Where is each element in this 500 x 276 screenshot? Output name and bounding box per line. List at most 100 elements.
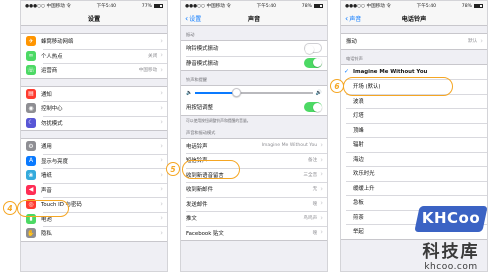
chevron-right-icon: ›: [320, 228, 323, 237]
vibrate-row-label: 响铃模式振动: [186, 46, 219, 53]
sound-pattern-value: 三全音: [303, 172, 318, 178]
step-4-badge: 4: [3, 201, 17, 215]
chevron-right-icon: ›: [160, 103, 163, 112]
chevron-left-icon: ‹: [345, 13, 349, 23]
adjust-with-buttons-toggle[interactable]: [304, 102, 322, 113]
settings-row[interactable]: ⚙ 通用 ›: [21, 139, 167, 154]
vibration-group: 振动 默认 ›: [341, 33, 487, 50]
sound-pattern-row[interactable]: 推文 鸟鸣声 ›: [181, 211, 327, 226]
vibration-label: 振动: [346, 39, 357, 46]
volume-knob[interactable]: [231, 88, 241, 98]
ringtone-label: 顶峰: [353, 127, 364, 134]
ringtone-label: 辐射: [353, 142, 364, 149]
settings-row[interactable]: A 显示与亮度 ›: [21, 153, 167, 169]
sound-pattern-row[interactable]: 电话铃声 Imagine Me Without You ›: [181, 139, 327, 154]
sound-pattern-value: 备注: [307, 158, 318, 164]
ringtone-row[interactable]: 灯塔: [341, 108, 487, 123]
control-center-icon: ◉: [26, 103, 36, 114]
sound-pattern-row[interactable]: Facebook 贴文 嗖 ›: [181, 225, 327, 241]
vibrate-row: 响铃模式振动: [181, 41, 327, 56]
airplane-icon: ✈: [26, 36, 36, 47]
chevron-right-icon: ›: [160, 65, 163, 74]
battery-percent: 78%: [461, 3, 472, 9]
sounds-screen: ●●●○○ 中国移动 令 下午5:40 78% ‹ 设置 声音 振动 响铃模式振动…: [180, 0, 328, 272]
ringer-group: 🔈 🔊 用按钮调整: [181, 85, 327, 116]
status-bar: ●●●○○ 中国移动 令 下午5:40 78%: [181, 1, 327, 11]
chevron-right-icon: ›: [160, 228, 163, 237]
chevron-right-icon: ›: [160, 36, 163, 45]
carrier-signal: ●●●○○ 中国移动 令: [25, 4, 71, 9]
ringtone-row[interactable]: 欢乐时光: [341, 166, 487, 181]
section-header-ringtones: 电话铃声: [346, 55, 363, 61]
chevron-right-icon: ›: [160, 51, 163, 60]
sound-pattern-value: 嗖: [312, 201, 318, 207]
volume-low-icon: 🔈: [186, 90, 193, 96]
vibration-value: 默认: [467, 39, 478, 45]
vibrate-group: 响铃模式振动 静音模式振动: [181, 40, 327, 71]
display-icon: A: [26, 155, 36, 166]
settings-row[interactable]: ✋ 隐私 ›: [21, 226, 167, 241]
adjust-with-buttons-label: 用按钮调整: [186, 105, 213, 112]
volume-slider[interactable]: 🔈 🔊: [181, 86, 327, 100]
ringtone-row[interactable]: 缓缓上升: [341, 180, 487, 196]
volume-track[interactable]: [195, 88, 313, 98]
settings-row[interactable]: ◀ 声音 ›: [21, 182, 167, 198]
sound-pattern-label: 电话铃声: [186, 143, 208, 150]
settings-row-label: 控制中心: [41, 106, 63, 113]
chevron-right-icon: ›: [160, 118, 163, 127]
status-time: 下午5:40: [416, 4, 437, 9]
chevron-right-icon: ›: [320, 184, 323, 193]
settings-row[interactable]: ❀ 墙纸 ›: [21, 168, 167, 183]
back-button[interactable]: ‹ 设置: [185, 11, 201, 26]
page-title: 声音: [247, 15, 261, 23]
settings-row-label: 蜂窝移动网络: [41, 39, 74, 46]
ringtone-label: 欢乐时光: [353, 171, 375, 178]
settings-row-label: 勿扰模式: [41, 120, 63, 127]
status-bar: ●●●○○ 中国移动 令 下午5:40 77%: [21, 1, 167, 11]
settings-row-label: 个人热点: [41, 53, 63, 60]
settings-row[interactable]: ◉ 控制中心 ›: [21, 101, 167, 116]
settings-row[interactable]: ☾ 勿扰模式 ›: [21, 115, 167, 131]
chevron-right-icon: ›: [320, 213, 323, 222]
vibrate-row-label: 静音模式振动: [186, 60, 219, 67]
settings-row[interactable]: ▤ 通知 ›: [21, 87, 167, 102]
chevron-right-icon: ›: [160, 199, 163, 208]
ringtone-row[interactable]: 辐射: [341, 137, 487, 152]
settings-row[interactable]: ✈ 蜂窝移动网络 ›: [21, 34, 167, 49]
chevron-right-icon: ›: [320, 170, 323, 179]
moon-icon: ☾: [26, 117, 36, 128]
status-time: 下午5:40: [96, 4, 117, 9]
settings-group-device: ⚙ 通用 › A 显示与亮度 › ❀ 墙纸 › ◀ 声音 › ◎ Touch ID 与密码 › ▮ 电池 › ✋ 隐私…: [21, 138, 167, 242]
ringtone-row[interactable]: 海边: [341, 151, 487, 167]
vibrate-toggle[interactable]: [304, 57, 322, 68]
settings-row[interactable]: ☏ 运营商 中国移动 ›: [21, 63, 167, 78]
back-button[interactable]: ‹ 声音: [345, 11, 361, 26]
sound-pattern-value: Imagine Me Without You: [261, 143, 318, 149]
checkmark-icon: ✓: [344, 68, 350, 76]
sound-pattern-row[interactable]: 发送邮件 嗖 ›: [181, 196, 327, 212]
ringtone-label: 波浪: [353, 98, 364, 105]
sound-pattern-label: 发送邮件: [186, 201, 208, 208]
tutorial-stage: { "status": { "carrier": "●●●○○ 中国移动 令",…: [0, 0, 500, 276]
vibrate-toggle[interactable]: [304, 43, 322, 54]
sound-pattern-value: 嗖: [312, 230, 318, 236]
vibration-row[interactable]: 振动 默认 ›: [341, 34, 487, 49]
page-title: 设置: [87, 15, 101, 23]
settings-row-value: 关闭: [147, 53, 158, 59]
settings-row-value: 中国移动: [138, 68, 158, 74]
page-title: 电话铃声: [401, 15, 427, 23]
settings-group-system: ▤ 通知 › ◉ 控制中心 › ☾ 勿扰模式 ›: [21, 85, 167, 131]
ringtone-row[interactable]: 顶峰: [341, 122, 487, 138]
carrier-icon: ☏: [26, 65, 36, 76]
nav-bar: 设置: [21, 11, 167, 26]
battery-icon: [473, 4, 483, 8]
notification-icon: ▤: [26, 88, 36, 99]
step-5-highlight: [182, 160, 240, 179]
settings-row[interactable]: ∞ 个人热点 关闭 ›: [21, 48, 167, 64]
sound-icon: ◀: [26, 184, 36, 195]
watermark-domain: khcoo.com: [424, 262, 478, 272]
sound-pattern-row[interactable]: 收到新邮件 无 ›: [181, 182, 327, 197]
sound-pattern-value: 鸟鸣声: [303, 216, 318, 222]
carrier-signal: ●●●○○ 中国移动 令: [345, 4, 391, 9]
step-5-badge: 5: [166, 162, 180, 176]
